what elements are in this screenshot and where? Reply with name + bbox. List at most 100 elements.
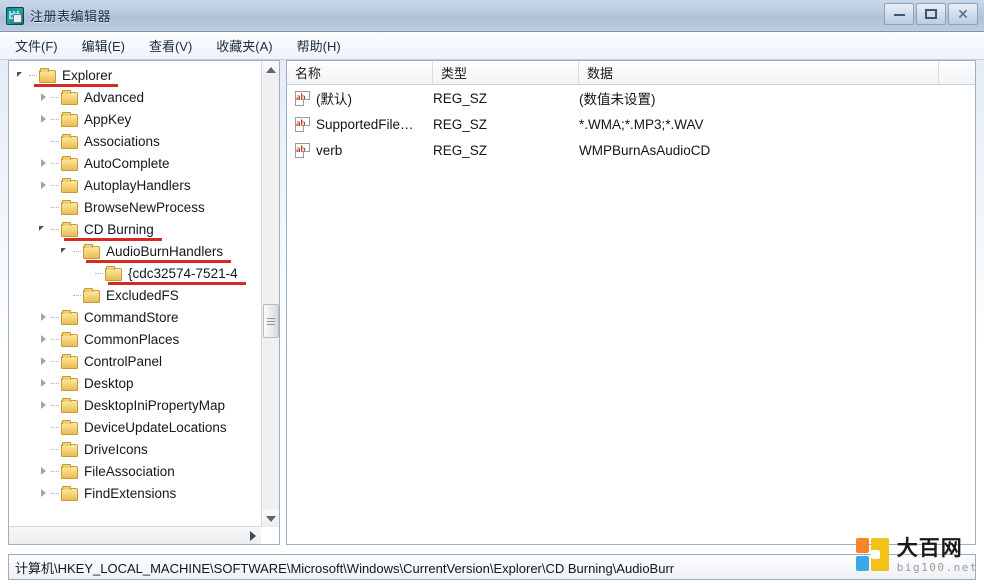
tree-node[interactable]: AudioBurnHandlers (9, 240, 261, 263)
scroll-down-button[interactable] (262, 510, 279, 527)
tree-node-label: Desktop (84, 375, 134, 391)
folder-icon (61, 464, 78, 479)
tree-node[interactable]: Associations (9, 130, 261, 152)
tree-node-label: FindExtensions (84, 485, 177, 501)
tree-node-label: DriveIcons (84, 441, 148, 457)
tree-horizontal-scrollbar[interactable] (9, 526, 261, 544)
chevron-down-icon (265, 515, 276, 522)
folder-icon (83, 244, 100, 259)
string-value-icon (295, 90, 310, 106)
tree-node[interactable]: AutoComplete (9, 152, 261, 174)
tree-node[interactable]: CommonPlaces (9, 328, 261, 350)
tree-node[interactable]: CD Burning (9, 218, 261, 241)
tree-node[interactable]: FileAssociation (9, 460, 261, 482)
tree-node-label: AutoComplete (84, 155, 170, 171)
tree-node-label: DesktopIniPropertyMap (84, 397, 226, 413)
minimize-icon (893, 13, 905, 16)
title-bar: 注册表编辑器 ✕ (0, 0, 984, 32)
table-row[interactable]: verb REG_SZ WMPBurnAsAudioCD (287, 137, 975, 163)
expand-toggle-icon[interactable] (37, 152, 51, 174)
window-title: 注册表编辑器 (30, 9, 112, 24)
value-type-cell: REG_SZ (433, 142, 488, 158)
tree-connector (51, 350, 61, 372)
tree-scroll-thumb[interactable] (263, 304, 279, 338)
menu-item-1[interactable]: 编辑(E) (79, 34, 128, 57)
expand-toggle-icon[interactable] (37, 372, 51, 394)
tree-node-label: DeviceUpdateLocations (84, 419, 227, 435)
tree-node[interactable]: ControlPanel (9, 350, 261, 372)
table-row[interactable]: (默认) REG_SZ (数值未设置) (287, 85, 975, 111)
chevron-right-icon (249, 530, 256, 541)
menu-bar: 文件(F) 编辑(E) 查看(V) 收藏夹(A) 帮助(H) (0, 32, 984, 60)
tree-node[interactable]: AutoplayHandlers (9, 174, 261, 196)
tree-node-label: CommonPlaces (84, 331, 180, 347)
folder-icon (61, 310, 78, 325)
expand-toggle-icon[interactable] (37, 482, 51, 504)
expand-toggle-icon[interactable] (37, 350, 51, 372)
minimize-button[interactable] (884, 3, 914, 25)
status-bar: 计算机\HKEY_LOCAL_MACHINE\SOFTWARE\Microsof… (8, 554, 976, 580)
folder-icon (61, 420, 78, 435)
tree-vertical-scrollbar[interactable] (261, 61, 279, 527)
registry-editor-icon (6, 6, 24, 25)
folder-icon (61, 222, 78, 237)
tree-node[interactable]: FindExtensions (9, 482, 261, 504)
collapse-toggle-icon[interactable] (59, 240, 73, 262)
tree-node[interactable]: DesktopIniPropertyMap (9, 394, 261, 416)
collapse-toggle-icon[interactable] (15, 64, 29, 86)
registry-tree[interactable]: Explorer Advanced AppKey Associations AutoCo… (9, 61, 261, 527)
expand-toggle-icon[interactable] (37, 306, 51, 328)
value-name-text: (默认) (316, 92, 352, 107)
tree-node[interactable]: DriveIcons (9, 438, 261, 460)
expand-toggle-icon[interactable] (37, 394, 51, 416)
value-data-cell: WMPBurnAsAudioCD (579, 142, 711, 158)
expand-toggle-icon[interactable] (37, 108, 51, 130)
folder-icon (61, 486, 78, 501)
menu-item-4[interactable]: 帮助(H) (294, 34, 344, 57)
tree-connector (51, 416, 61, 438)
menu-item-3[interactable]: 收藏夹(A) (213, 34, 275, 57)
tree-connector (51, 108, 61, 130)
tree-node[interactable]: DeviceUpdateLocations (9, 416, 261, 438)
collapse-toggle-icon[interactable] (37, 218, 51, 240)
scroll-up-button[interactable] (262, 61, 279, 78)
tree-node-label: CD Burning (64, 221, 162, 241)
expand-toggle-icon[interactable] (37, 86, 51, 108)
tree-node[interactable]: AppKey (9, 108, 261, 130)
tree-node-label: {cdc32574-7521-4 (108, 265, 246, 285)
folder-icon (39, 68, 56, 83)
table-row[interactable]: SupportedFile… REG_SZ *.WMA;*.MP3;*.WAV (287, 111, 975, 137)
column-header-name[interactable]: 名称 (287, 61, 433, 84)
value-name-cell: verb (287, 142, 433, 158)
tree-node[interactable]: Explorer (9, 64, 261, 87)
values-list[interactable]: (默认) REG_SZ (数值未设置) SupportedFile… REG_SZ *.W… (287, 85, 975, 163)
menu-item-2[interactable]: 查看(V) (146, 34, 195, 57)
value-name-text: SupportedFile… (316, 116, 414, 132)
folder-icon (61, 442, 78, 457)
column-header-type[interactable]: 类型 (433, 61, 579, 84)
tree-node-label: FileAssociation (84, 463, 175, 479)
tree-node[interactable]: CommandStore (9, 306, 261, 328)
grip-icon (267, 317, 275, 325)
column-header-filler (939, 61, 975, 84)
expand-toggle-icon[interactable] (37, 460, 51, 482)
tree-node[interactable]: Advanced (9, 86, 261, 108)
folder-icon (61, 134, 78, 149)
tree-connector (51, 328, 61, 350)
column-header-data[interactable]: 数据 (579, 61, 939, 84)
tree-connector (51, 130, 61, 152)
tree-node[interactable]: ExcludedFS (9, 284, 261, 306)
tree-node[interactable]: {cdc32574-7521-4 (9, 262, 261, 285)
tree-connector (51, 460, 61, 482)
expand-toggle-icon[interactable] (37, 328, 51, 350)
close-button[interactable]: ✕ (948, 3, 978, 25)
maximize-button[interactable] (916, 3, 946, 25)
tree-node[interactable]: Desktop (9, 372, 261, 394)
scroll-right-button[interactable] (244, 527, 261, 544)
expand-toggle-icon[interactable] (37, 174, 51, 196)
tree-node[interactable]: BrowseNewProcess (9, 196, 261, 218)
tree-connector (51, 174, 61, 196)
menu-item-0[interactable]: 文件(F) (12, 34, 61, 57)
